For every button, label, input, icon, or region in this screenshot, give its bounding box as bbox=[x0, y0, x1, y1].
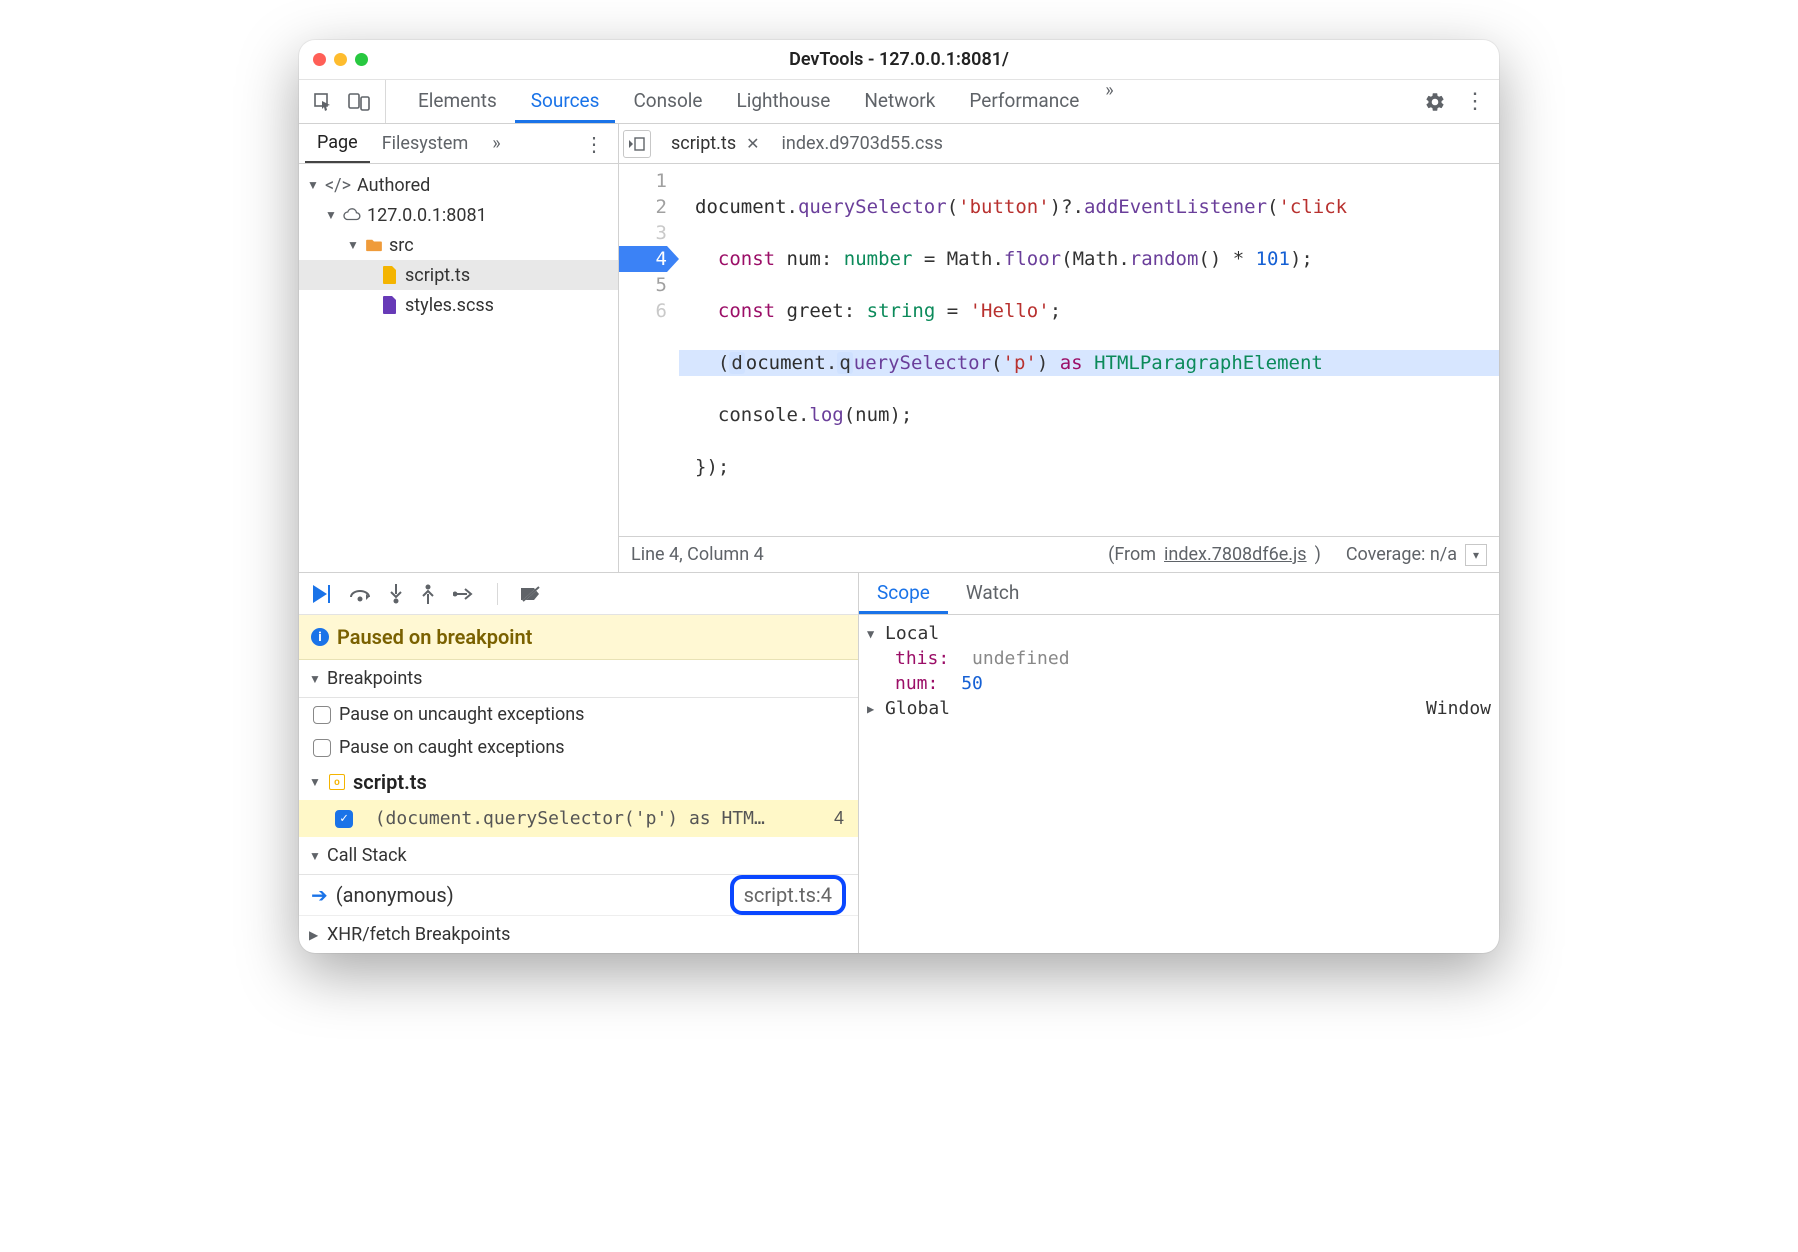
tab-network[interactable]: Network bbox=[848, 80, 951, 123]
inspect-icon[interactable] bbox=[307, 86, 339, 118]
cloud-icon bbox=[343, 206, 361, 224]
tabs-overflow-icon[interactable]: » bbox=[1097, 80, 1121, 123]
pause-caught-option[interactable]: Pause on caught exceptions bbox=[299, 731, 858, 764]
chevron-down-icon: ▼ bbox=[347, 238, 359, 252]
breakpoint-file-header[interactable]: ▼ o script.ts bbox=[299, 764, 858, 800]
current-frame-icon: ➔ bbox=[311, 883, 328, 907]
file-badge-icon: o bbox=[329, 774, 345, 790]
line-gutter[interactable]: 123456 bbox=[619, 164, 679, 536]
chevron-down-icon: ▼ bbox=[307, 178, 319, 192]
sidebar-more-icon[interactable]: ⋮ bbox=[576, 132, 612, 156]
tab-scope[interactable]: Scope bbox=[859, 573, 948, 614]
section-xhr-breakpoints[interactable]: ▶ XHR/fetch Breakpoints bbox=[299, 916, 858, 953]
callstack-frame[interactable]: ➔ (anonymous) script.ts:4 bbox=[299, 875, 858, 916]
tab-console[interactable]: Console bbox=[617, 80, 718, 123]
deactivate-breakpoints-icon[interactable] bbox=[520, 585, 542, 603]
editor-tab-script[interactable]: script.ts ✕ bbox=[661, 124, 770, 163]
main-tabbar: Elements Sources Console Lighthouse Netw… bbox=[299, 80, 1499, 124]
resume-icon[interactable] bbox=[311, 585, 331, 603]
tab-sources[interactable]: Sources bbox=[515, 80, 616, 123]
pause-uncaught-option[interactable]: Pause on uncaught exceptions bbox=[299, 698, 858, 731]
gear-icon[interactable] bbox=[1419, 86, 1451, 118]
tree-root-authored[interactable]: ▼ </> Authored bbox=[299, 170, 618, 200]
tab-watch[interactable]: Watch bbox=[948, 573, 1038, 614]
code-icon: </> bbox=[325, 175, 351, 196]
more-menu-icon[interactable]: ⋮ bbox=[1459, 86, 1491, 118]
debugger-panel: i Paused on breakpoint ▼ Breakpoints Pau… bbox=[299, 572, 1499, 953]
tab-label: script.ts bbox=[671, 133, 736, 154]
file-icon bbox=[381, 296, 399, 314]
from-label: (From bbox=[1108, 544, 1156, 565]
tree-folder-src[interactable]: ▼ src bbox=[299, 230, 618, 260]
editor-statusbar: Line 4, Column 4 (From index.7808df6e.js… bbox=[619, 536, 1499, 572]
tree-label: script.ts bbox=[405, 265, 470, 286]
sidebar-tabs-overflow-icon[interactable]: » bbox=[480, 124, 512, 163]
scope-local-header[interactable]: ▼ Local bbox=[867, 621, 1491, 646]
callstack-location[interactable]: script.ts:4 bbox=[730, 875, 846, 915]
editor-tab-css[interactable]: index.d9703d55.css bbox=[772, 124, 953, 163]
chevron-down-icon: ▼ bbox=[309, 849, 321, 863]
scope-this[interactable]: this: undefined bbox=[867, 646, 1491, 671]
editor-nav-icon[interactable] bbox=[623, 130, 651, 158]
step-out-icon[interactable] bbox=[421, 584, 435, 604]
devices-icon[interactable] bbox=[343, 86, 375, 118]
paused-banner: i Paused on breakpoint bbox=[299, 615, 858, 660]
info-icon: i bbox=[311, 628, 329, 646]
chevron-down-icon: ▼ bbox=[325, 208, 337, 222]
cursor-position: Line 4, Column 4 bbox=[631, 544, 764, 565]
chevron-down-icon: ▼ bbox=[309, 775, 321, 789]
scope-global-header[interactable]: ▶ Global Window bbox=[867, 696, 1491, 721]
window-titlebar: DevTools - 127.0.0.1:8081/ bbox=[299, 40, 1499, 80]
window-title: DevTools - 127.0.0.1:8081/ bbox=[299, 49, 1499, 70]
tree-file-styles[interactable]: styles.scss bbox=[299, 290, 618, 320]
chevron-down-icon: ▼ bbox=[867, 627, 879, 641]
chevron-down-icon: ▼ bbox=[309, 672, 321, 686]
section-breakpoints[interactable]: ▼ Breakpoints bbox=[299, 660, 858, 698]
tree-label: 127.0.0.1:8081 bbox=[367, 205, 487, 226]
tab-elements[interactable]: Elements bbox=[402, 80, 513, 123]
file-tree: ▼ </> Authored ▼ 127.0.0.1:8081 ▼ bbox=[299, 164, 618, 326]
sidebar-tab-filesystem[interactable]: Filesystem bbox=[370, 124, 481, 163]
chevron-right-icon: ▶ bbox=[867, 702, 879, 716]
debugger-toolbar bbox=[299, 573, 858, 615]
scope-num[interactable]: num: 50 bbox=[867, 671, 1491, 696]
code-editor: script.ts ✕ index.d9703d55.css 123456 do… bbox=[619, 124, 1499, 572]
step-icon[interactable] bbox=[453, 587, 475, 601]
navigator-sidebar: Page Filesystem » ⋮ ▼ </> Authored ▼ 127… bbox=[299, 124, 619, 572]
code-area[interactable]: 123456 document.querySelector('button')?… bbox=[619, 164, 1499, 536]
close-icon[interactable]: ✕ bbox=[746, 134, 759, 153]
checkbox-icon[interactable]: ✓ bbox=[335, 810, 353, 828]
tree-label: src bbox=[389, 235, 414, 256]
tab-label: index.d9703d55.css bbox=[782, 133, 943, 154]
checkbox-icon[interactable] bbox=[313, 739, 331, 757]
sidebar-tab-page[interactable]: Page bbox=[305, 124, 370, 163]
coverage-label: Coverage: n/a bbox=[1346, 544, 1457, 565]
folder-icon bbox=[365, 236, 383, 254]
tab-performance[interactable]: Performance bbox=[953, 80, 1095, 123]
tree-file-script[interactable]: script.ts bbox=[299, 260, 618, 290]
devtools-window: DevTools - 127.0.0.1:8081/ Elements Sour… bbox=[299, 40, 1499, 953]
file-icon bbox=[381, 266, 399, 284]
code-lines: document.querySelector('button')?.addEve… bbox=[679, 164, 1499, 536]
tab-lighthouse[interactable]: Lighthouse bbox=[720, 80, 846, 123]
step-into-icon[interactable] bbox=[389, 584, 403, 604]
chevron-right-icon: ▶ bbox=[309, 928, 321, 942]
step-over-icon[interactable] bbox=[349, 585, 371, 603]
coverage-dropdown-icon[interactable]: ▾ bbox=[1465, 544, 1487, 566]
tree-label: Authored bbox=[357, 175, 430, 196]
sourcemap-link[interactable]: index.7808df6e.js bbox=[1164, 544, 1307, 565]
breakpoint-item[interactable]: ✓ (document.querySelector('p') as HTM… 4 bbox=[299, 800, 858, 837]
section-callstack[interactable]: ▼ Call Stack bbox=[299, 837, 858, 875]
tree-label: styles.scss bbox=[405, 295, 494, 316]
tree-host[interactable]: ▼ 127.0.0.1:8081 bbox=[299, 200, 618, 230]
checkbox-icon[interactable] bbox=[313, 706, 331, 724]
scope-panel: Scope Watch ▼ Local this: undefined num:… bbox=[859, 573, 1499, 953]
